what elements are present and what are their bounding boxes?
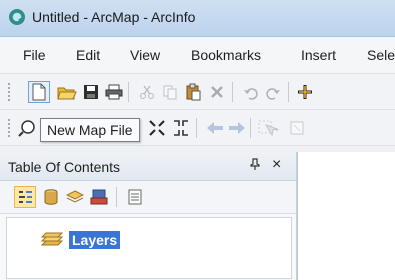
fixed-zoom-out-icon bbox=[174, 120, 188, 136]
list-by-selection-button[interactable] bbox=[88, 186, 110, 208]
back-arrow-icon bbox=[207, 122, 223, 134]
title-bar: Untitled - ArcMap - ArcInfo bbox=[0, 0, 395, 37]
list-by-visibility-button[interactable] bbox=[64, 186, 86, 208]
pin-icon[interactable] bbox=[250, 158, 260, 173]
magnifier-icon bbox=[18, 120, 35, 137]
menu-edit[interactable]: Edit bbox=[76, 47, 100, 63]
select-features-icon bbox=[258, 120, 279, 137]
add-data-icon bbox=[298, 85, 312, 99]
toolbar-separator bbox=[196, 118, 197, 138]
forward-extent-button[interactable] bbox=[226, 117, 248, 139]
toolbar-grip[interactable] bbox=[7, 118, 11, 138]
toolbar-separator bbox=[116, 187, 117, 207]
menu-file[interactable]: File bbox=[23, 47, 46, 63]
fixed-zoom-in-icon bbox=[149, 120, 165, 136]
open-folder-icon bbox=[57, 87, 77, 100]
menu-bar: File Edit View Bookmarks Insert Sele bbox=[0, 37, 395, 74]
open-button[interactable] bbox=[56, 81, 78, 103]
cut-button[interactable] bbox=[136, 81, 158, 103]
layers-stack-icon bbox=[66, 190, 84, 203]
select-features-button[interactable] bbox=[258, 117, 280, 139]
map-display[interactable] bbox=[297, 152, 395, 280]
toolbar-separator bbox=[232, 82, 233, 102]
copy-icon bbox=[163, 85, 177, 100]
close-panel-button[interactable]: × bbox=[272, 156, 281, 174]
back-extent-button[interactable] bbox=[204, 117, 226, 139]
window-title: Untitled - ArcMap - ArcInfo bbox=[32, 9, 196, 25]
standard-toolbar bbox=[0, 74, 395, 110]
fixed-zoom-in-button[interactable] bbox=[146, 117, 168, 139]
toolbar-separator bbox=[250, 118, 251, 138]
new-document-icon bbox=[32, 83, 46, 101]
menu-selection[interactable]: Sele bbox=[367, 47, 395, 63]
database-icon bbox=[44, 189, 58, 205]
undo-button[interactable] bbox=[240, 81, 262, 103]
table-of-contents-panel: Table Of Contents × Layers bbox=[0, 152, 297, 280]
new-map-file-button[interactable] bbox=[28, 81, 50, 103]
scissors-icon bbox=[140, 85, 154, 99]
copy-button[interactable] bbox=[159, 81, 181, 103]
selection-icon bbox=[90, 189, 108, 205]
drawing-order-icon bbox=[19, 191, 32, 203]
toc-toolbar bbox=[0, 181, 296, 214]
menu-bookmarks[interactable]: Bookmarks bbox=[191, 47, 261, 63]
redo-icon bbox=[266, 88, 280, 100]
toc-header: Table Of Contents × bbox=[0, 152, 296, 181]
clear-selection-button[interactable] bbox=[286, 117, 308, 139]
add-data-button[interactable] bbox=[294, 81, 316, 103]
zoom-in-button[interactable] bbox=[16, 117, 38, 139]
list-by-drawing-order-button[interactable] bbox=[14, 186, 36, 208]
toc-title: Table Of Contents bbox=[8, 159, 121, 175]
delete-button[interactable] bbox=[206, 81, 228, 103]
layers-label: Layers bbox=[69, 231, 121, 249]
clear-selection-icon bbox=[290, 121, 304, 135]
forward-arrow-icon bbox=[229, 122, 245, 134]
layers-tree-node[interactable]: Layers bbox=[40, 230, 121, 250]
save-button[interactable] bbox=[80, 81, 102, 103]
toolbar-separator bbox=[128, 82, 129, 102]
redo-button[interactable] bbox=[262, 81, 284, 103]
menu-insert[interactable]: Insert bbox=[301, 47, 336, 63]
fixed-zoom-out-button[interactable] bbox=[170, 117, 192, 139]
save-icon bbox=[84, 85, 98, 99]
toolbar-grip[interactable] bbox=[7, 82, 11, 102]
layers-icon bbox=[40, 231, 64, 250]
print-icon bbox=[105, 84, 123, 100]
paste-icon bbox=[186, 83, 201, 101]
list-by-source-button[interactable] bbox=[40, 186, 62, 208]
delete-x-icon bbox=[211, 86, 223, 98]
undo-icon bbox=[244, 88, 258, 100]
tooltip: New Map File bbox=[40, 118, 140, 142]
paste-button[interactable] bbox=[182, 81, 204, 103]
menu-view[interactable]: View bbox=[130, 47, 160, 63]
print-button[interactable] bbox=[103, 81, 125, 103]
toolbar-separator bbox=[288, 82, 289, 102]
arcmap-app-icon bbox=[8, 8, 26, 26]
options-list-icon bbox=[128, 189, 142, 205]
options-button[interactable] bbox=[124, 186, 146, 208]
toc-tree: Layers bbox=[6, 217, 292, 279]
